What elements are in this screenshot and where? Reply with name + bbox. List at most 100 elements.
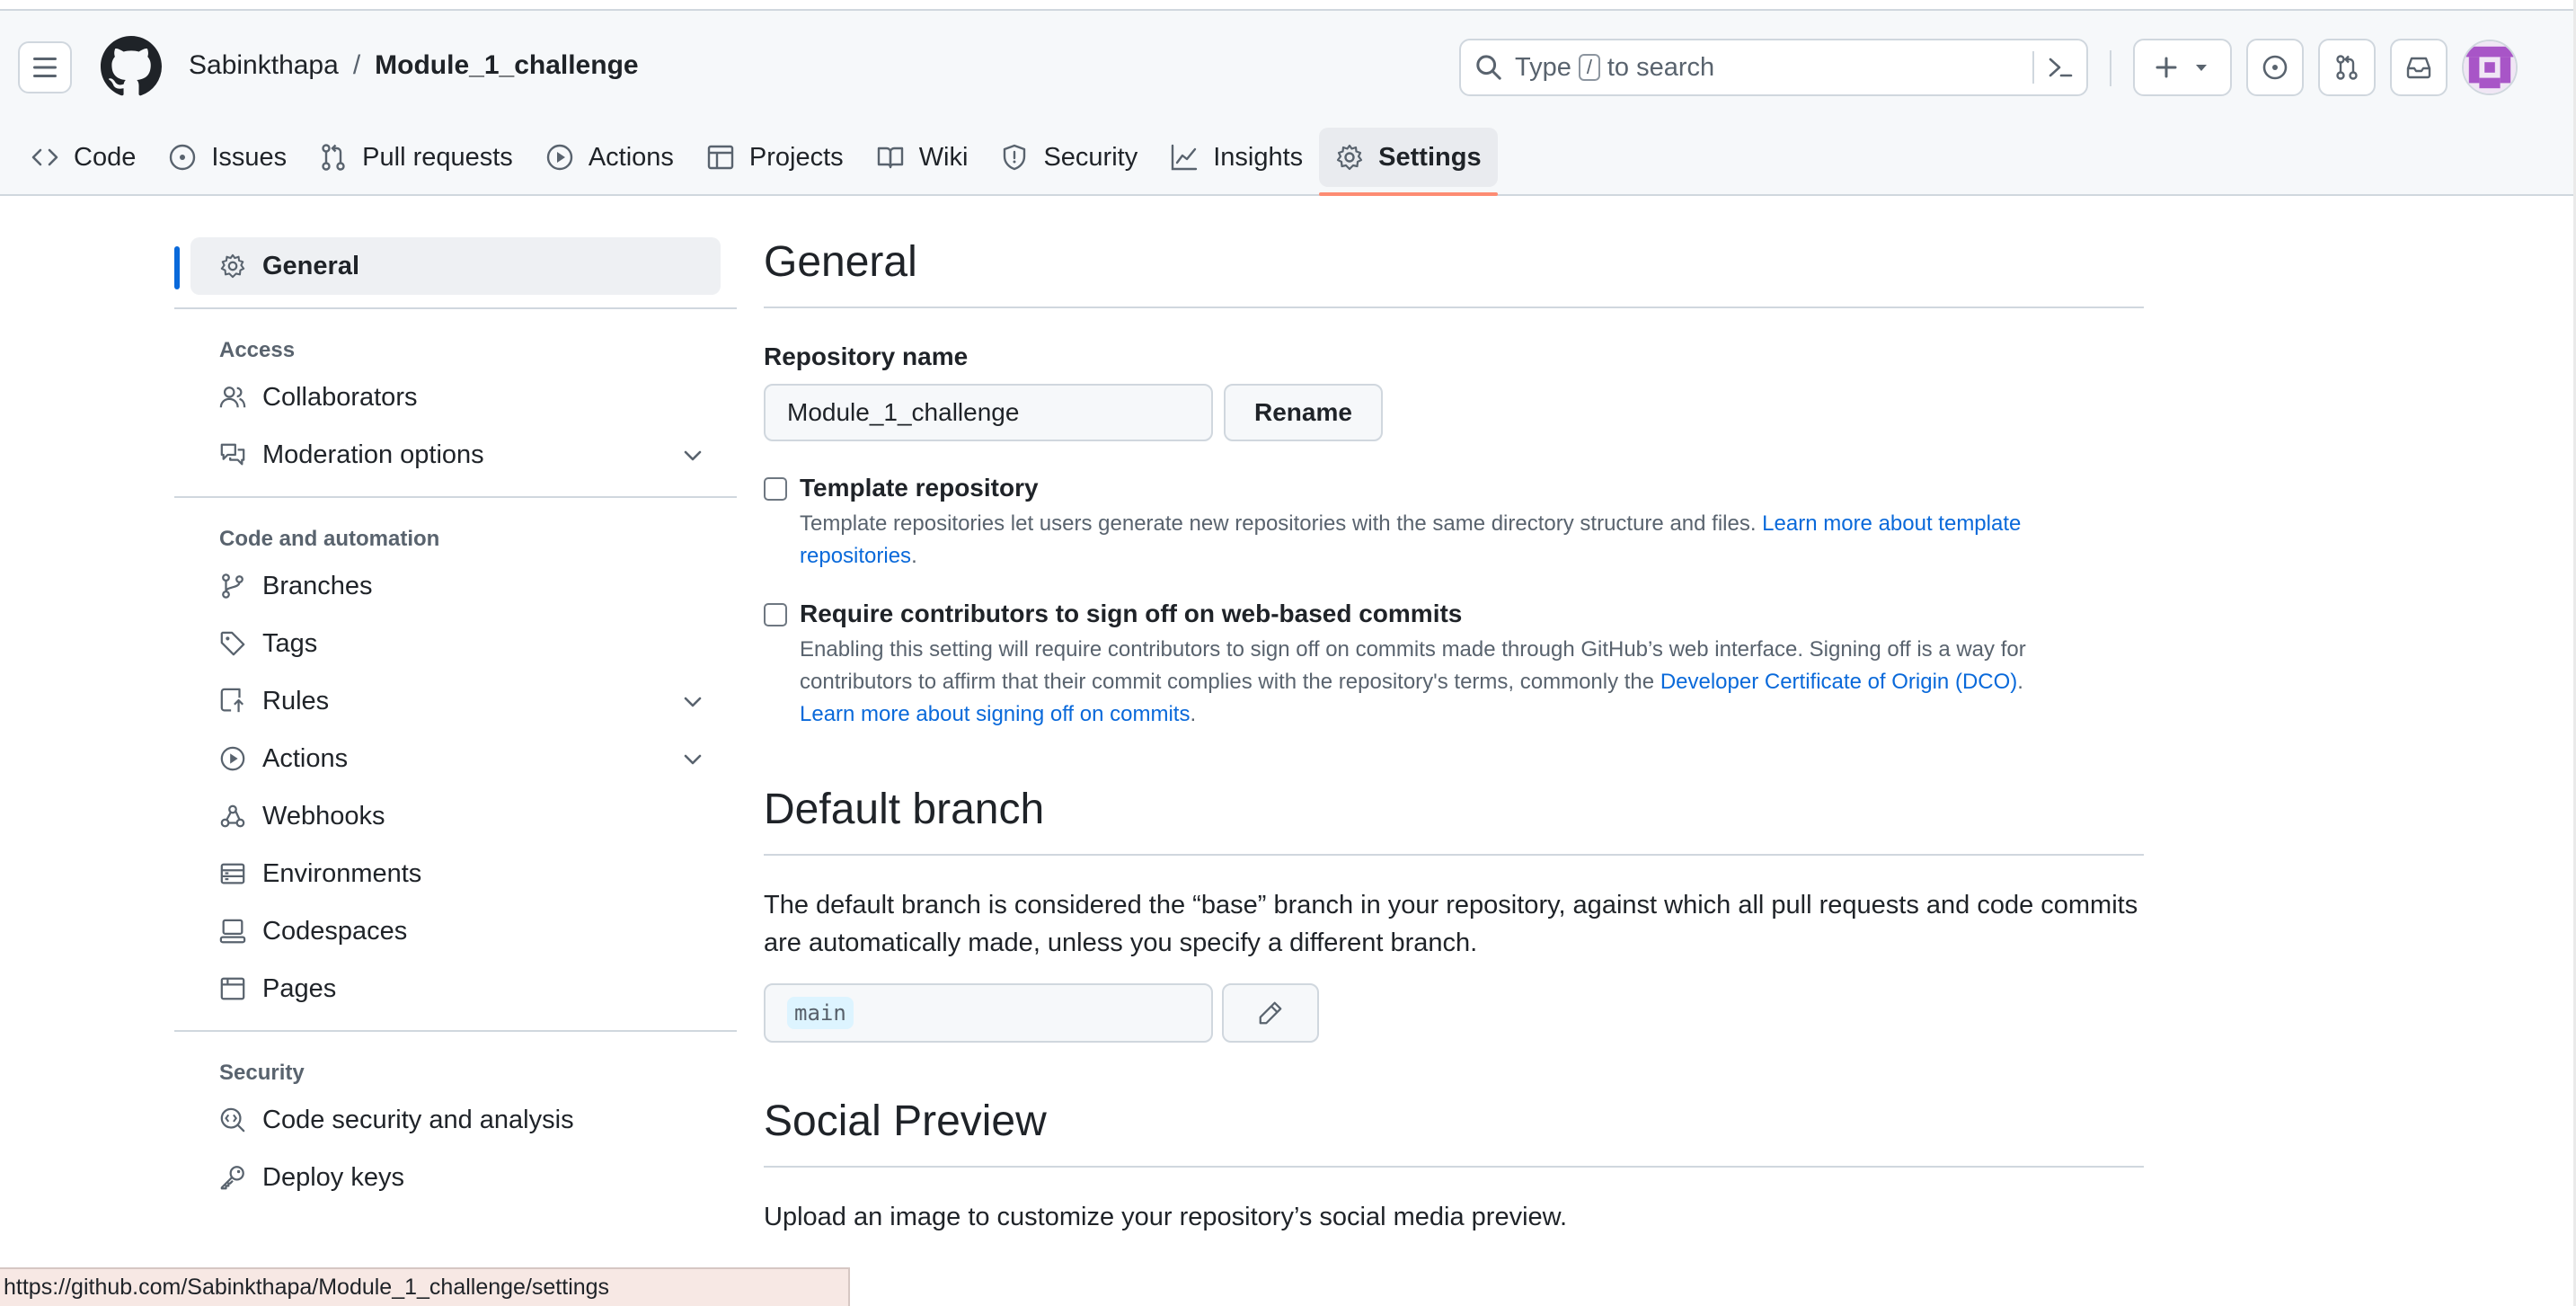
sidebar-item-moderation[interactable]: Moderation options	[190, 426, 721, 484]
sidebar-item-label: Tags	[262, 628, 318, 658]
sidebar-item-label: General	[262, 251, 359, 280]
page-title: General	[764, 237, 2144, 308]
sidebar-item-label: Rules	[262, 686, 330, 715]
breadcrumb-separator: /	[352, 50, 361, 80]
sidebar-item-collaborators[interactable]: Collaborators	[190, 369, 721, 426]
rename-button[interactable]: Rename	[1224, 384, 1383, 441]
repository-name-label: Repository name	[764, 342, 969, 370]
issues-button[interactable]	[2246, 39, 2304, 96]
tab-label: Issues	[211, 142, 288, 172]
default-branch-section: Default branch The default branch is con…	[764, 785, 2144, 1043]
tab-insights[interactable]: Insights	[1154, 128, 1319, 187]
create-new-button[interactable]	[2133, 39, 2232, 96]
tab-label: Security	[1043, 142, 1138, 172]
pencil-icon	[1259, 1001, 1282, 1025]
issue-icon	[170, 144, 196, 171]
sidebar-item-label: Moderation options	[262, 440, 484, 469]
sidebar-heading-security: Security	[219, 1061, 305, 1085]
sidebar-item-rules[interactable]: Rules	[190, 672, 721, 730]
key-icon	[220, 1166, 244, 1190]
sidebar-item-environments[interactable]: Environments	[190, 845, 721, 902]
hamburger-icon	[33, 58, 57, 77]
signoff-setting: Require contributors to sign off on web-…	[764, 600, 2144, 731]
sidebar-item-label: Code security and analysis	[262, 1105, 574, 1134]
social-preview-section: Social Preview Upload an image to custom…	[764, 1097, 2144, 1236]
tab-settings[interactable]: Settings	[1319, 128, 1498, 196]
sidebar-item-deploy-keys[interactable]: Deploy keys	[190, 1149, 721, 1206]
default-branch-title: Default branch	[764, 785, 2144, 856]
shield-icon	[1004, 144, 1026, 171]
avatar[interactable]	[2462, 40, 2518, 95]
tab-pull-requests[interactable]: Pull requests	[303, 128, 529, 187]
play-icon	[220, 746, 245, 771]
pull-request-icon	[2336, 55, 2358, 80]
code-icon	[31, 148, 58, 166]
tab-projects[interactable]: Projects	[690, 128, 860, 187]
sidebar-item-label: Environments	[262, 858, 422, 888]
tab-label: Wiki	[918, 142, 969, 172]
sidebar-item-branches[interactable]: Branches	[190, 557, 721, 615]
breadcrumb-repo[interactable]: Module_1_challenge	[375, 50, 638, 81]
social-preview-title: Social Preview	[764, 1097, 2144, 1168]
tab-label: Settings	[1378, 142, 1482, 172]
signoff-checkbox[interactable]	[764, 603, 787, 626]
default-branch-field: main	[764, 983, 1213, 1043]
tag-icon	[220, 631, 245, 656]
sidebar-item-general[interactable]: General	[190, 237, 721, 295]
menu-button[interactable]	[18, 41, 72, 93]
people-icon	[219, 386, 246, 408]
signoff-desc-mid: .	[2017, 670, 2023, 694]
sidebar-heading-code: Code and automation	[219, 527, 440, 551]
sidebar-item-code-security[interactable]: Code security and analysis	[190, 1091, 721, 1149]
tab-security[interactable]: Security	[984, 128, 1154, 187]
tab-actions[interactable]: Actions	[529, 128, 690, 187]
link-status-bar: https://github.com/Sabinkthapa/Module_1_…	[0, 1267, 850, 1306]
book-icon	[877, 147, 903, 169]
webhook-icon	[220, 804, 245, 828]
search-placeholder-suffix: to search	[1607, 52, 1715, 82]
inbox-icon	[2406, 57, 2431, 79]
tab-label: Projects	[748, 142, 844, 172]
plus-icon	[2156, 57, 2177, 78]
repo-push-icon	[220, 688, 244, 713]
chevron-down-icon	[684, 754, 702, 765]
branch-name-label: main	[787, 997, 854, 1029]
breadcrumb: Sabinkthapa / Module_1_challenge	[189, 50, 639, 81]
sidebar-item-label: Webhooks	[262, 801, 385, 831]
sidebar-heading-access: Access	[219, 338, 296, 362]
branch-icon	[222, 573, 243, 599]
template-repository-setting: Template repository Template repositorie…	[764, 474, 2144, 573]
github-logo-icon[interactable]	[101, 36, 162, 97]
pull-requests-button[interactable]	[2318, 39, 2376, 96]
signoff-learn-more-link[interactable]: Learn more about signing off on commits	[800, 702, 1190, 726]
tab-wiki[interactable]: Wiki	[860, 128, 985, 187]
breadcrumb-owner[interactable]: Sabinkthapa	[189, 50, 339, 81]
sidebar-item-tags[interactable]: Tags	[190, 615, 721, 672]
sidebar-item-label: Deploy keys	[262, 1162, 404, 1192]
codespaces-icon	[219, 919, 246, 944]
codescan-icon	[220, 1107, 245, 1133]
sidebar-item-codespaces[interactable]: Codespaces	[190, 902, 721, 960]
search-input[interactable]: Type / to search	[1459, 39, 2088, 96]
chevron-down-icon	[684, 450, 702, 461]
dco-link[interactable]: Developer Certificate of Origin (DCO)	[1660, 670, 2017, 694]
sidebar-item-webhooks[interactable]: Webhooks	[190, 787, 721, 845]
sidebar-item-actions[interactable]: Actions	[190, 730, 721, 787]
inbox-button[interactable]	[2390, 39, 2448, 96]
sidebar-divider	[174, 307, 737, 309]
signoff-title: Require contributors to sign off on web-…	[800, 600, 1463, 627]
server-icon	[220, 863, 245, 884]
tab-code[interactable]: Code	[14, 128, 152, 187]
tab-label: Actions	[588, 142, 674, 172]
tab-issues[interactable]: Issues	[152, 128, 303, 187]
signoff-desc-end: .	[1190, 702, 1197, 726]
repository-name-input[interactable]: Module_1_challenge	[764, 384, 1213, 441]
rename-branch-button[interactable]	[1222, 983, 1319, 1043]
gear-icon	[1337, 144, 1363, 171]
terminal-icon	[2049, 58, 2073, 77]
social-preview-description: Upload an image to customize your reposi…	[764, 1203, 1568, 1231]
template-repository-checkbox[interactable]	[764, 477, 787, 501]
search-placeholder: Type / to search	[1515, 53, 1714, 83]
command-palette-button[interactable]	[2032, 51, 2074, 84]
sidebar-item-pages[interactable]: Pages	[190, 960, 721, 1017]
